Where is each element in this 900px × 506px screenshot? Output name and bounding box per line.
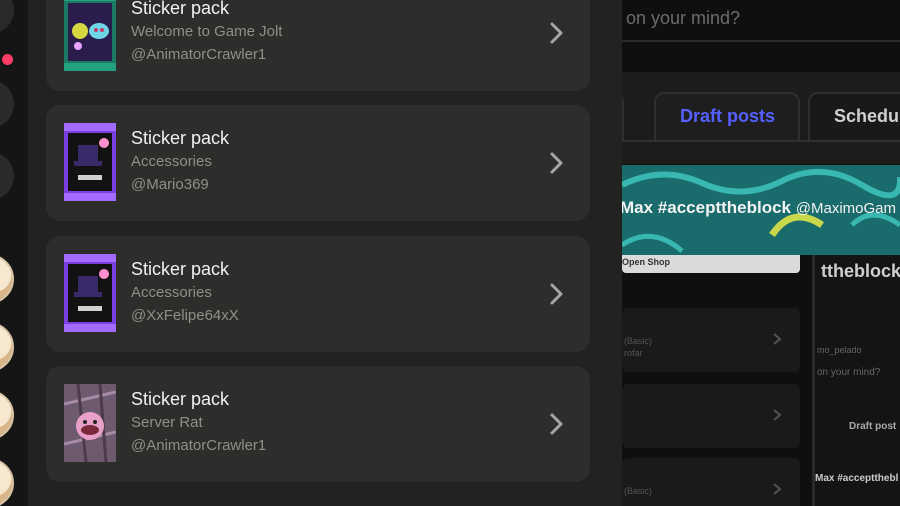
avatar[interactable] (0, 390, 14, 440)
sticker-pack-author: @AnimatorCrawler1 (131, 46, 267, 63)
sticker-pack-thumbnail (64, 0, 116, 71)
inner-tab[interactable]: Draft post (849, 421, 896, 432)
chevron-right-icon (773, 333, 782, 345)
background-card[interactable] (622, 384, 800, 448)
card-sub: rofar (624, 348, 643, 358)
inner-banner: Max #acceptthebl (815, 473, 899, 484)
rail-button[interactable] (0, 0, 14, 34)
post-composer-placeholder[interactable]: on your mind? (626, 8, 740, 29)
chevron-right-icon (550, 413, 563, 435)
chevron-right-icon (550, 152, 563, 174)
sticker-pack-card[interactable]: Sticker pack Server Rat @AnimatorCrawler… (46, 366, 590, 482)
banner-name: Max #accepttheblock (622, 198, 792, 217)
sticker-pack-author: @Mario369 (131, 176, 209, 193)
tab-divider (622, 140, 900, 142)
background-card[interactable]: (Basic) (622, 458, 800, 506)
left-rail (0, 0, 28, 506)
divider (622, 40, 900, 42)
sticker-pack-name: Welcome to Game Jolt (131, 23, 283, 40)
sticker-pack-panel: Sticker pack Welcome to Game Jolt @Anima… (28, 0, 622, 506)
chevron-right-icon (773, 483, 782, 495)
sticker-pack-name: Accessories (131, 153, 212, 170)
tab-scheduled[interactable]: Schedul (808, 92, 900, 140)
tab-draft-posts[interactable]: Draft posts (654, 92, 800, 140)
sticker-pack-title: Sticker pack (131, 259, 230, 279)
sticker-pack-name: Accessories (131, 284, 212, 301)
inner-composer[interactable]: on your mind? (817, 367, 880, 378)
card-label: (Basic) (624, 336, 653, 346)
notification-dot (2, 54, 13, 65)
background-card[interactable]: (Basic) rofar (622, 308, 800, 372)
banner-username[interactable]: @MaximoGam (796, 200, 896, 217)
avatar[interactable] (0, 458, 14, 506)
background-page: on your mind? Draft posts Schedul Max #a… (622, 0, 900, 506)
sticker-pack-title: Sticker pack (131, 0, 230, 18)
sticker-pack-author: @XxFelipe64xX (131, 307, 239, 324)
card-label: (Basic) (624, 486, 653, 496)
chevron-right-icon (550, 22, 563, 44)
rail-button[interactable] (0, 152, 14, 200)
sticker-pack-thumbnail (64, 384, 116, 462)
inner-title: ttheblock (821, 261, 900, 281)
sticker-pack-name: Server Rat (131, 414, 203, 431)
avatar[interactable] (0, 254, 14, 304)
banner-title: Max #accepttheblock @MaximoGam (622, 198, 896, 218)
open-shop-button[interactable]: Open Shop (622, 255, 800, 273)
sticker-pack-title: Sticker pack (131, 389, 230, 409)
rail-button[interactable] (0, 80, 14, 128)
sticker-pack-author: @AnimatorCrawler1 (131, 437, 267, 454)
avatar[interactable] (0, 322, 14, 372)
sticker-pack-card[interactable]: Sticker pack Welcome to Game Jolt @Anima… (46, 0, 590, 91)
community-banner: Max #accepttheblock @MaximoGam (622, 165, 900, 255)
inner-preview: ttheblock mo_pelado on your mind? Draft … (812, 255, 900, 506)
sticker-pack-thumbnail (64, 123, 116, 201)
chevron-right-icon (773, 409, 782, 421)
sticker-pack-card[interactable]: Sticker pack Accessories @XxFelipe64xX (46, 236, 590, 352)
sticker-pack-thumbnail (64, 254, 116, 332)
sticker-pack-card[interactable]: Sticker pack Accessories @Mario369 (46, 105, 590, 221)
sticker-pack-title: Sticker pack (131, 128, 230, 148)
tab-posts[interactable] (622, 92, 624, 140)
inner-username: mo_pelado (817, 345, 862, 355)
chevron-right-icon (550, 283, 563, 305)
